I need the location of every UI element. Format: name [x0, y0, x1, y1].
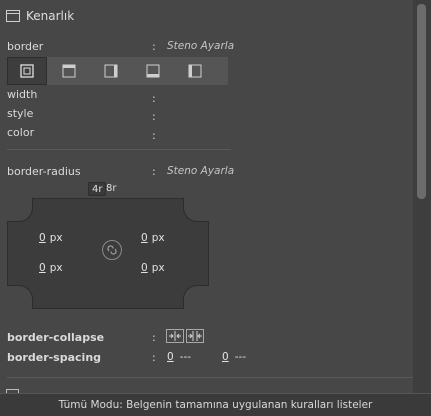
border-bottom-icon	[146, 64, 160, 78]
corner-top-left-handle[interactable]	[7, 198, 33, 222]
spacing-v-value[interactable]: 0	[222, 351, 229, 363]
border-collapse-label: border-collapse	[7, 331, 105, 344]
color-label: color	[7, 126, 35, 139]
style-colon: :	[152, 110, 156, 123]
radius-4r-button[interactable]: 4r	[88, 182, 107, 196]
width-label: width	[7, 88, 38, 101]
radius-bottom-left-field[interactable]: 0 px	[39, 262, 63, 274]
radius-8r-button[interactable]: 8r	[106, 182, 116, 196]
scroll-thumb[interactable]	[417, 4, 426, 199]
border-right-icon	[104, 64, 118, 78]
border-collapse-colon: :	[152, 331, 156, 344]
section-title: Kenarlık	[26, 9, 75, 23]
separate-icon	[188, 331, 202, 341]
border-collapse-options	[166, 329, 204, 343]
border-label: border	[7, 40, 44, 53]
tab-border-top[interactable]	[48, 57, 90, 85]
border-radius-label: border-radius	[7, 165, 81, 178]
border-spacing-label: border-spacing	[7, 351, 102, 364]
border-spacing-horizontal[interactable]: 0 ---	[167, 351, 191, 363]
section-divider	[7, 377, 413, 378]
width-colon: :	[152, 92, 156, 105]
border-side-tabs	[7, 57, 228, 85]
border-spacing-vertical[interactable]: 0 ---	[222, 351, 246, 363]
tab-border-left[interactable]	[174, 57, 216, 85]
color-colon: :	[152, 129, 156, 142]
spacing-h-value[interactable]: 0	[167, 351, 174, 363]
status-text: Tümü Modu: Belgenin tamamına uygulanan k…	[58, 399, 373, 411]
radius-top-left-unit: px	[49, 232, 63, 244]
border-left-icon	[188, 64, 202, 78]
style-label: style	[7, 107, 34, 120]
collapse-button[interactable]	[166, 329, 184, 343]
border-shorthand-value[interactable]: Steno Ayarla	[167, 40, 234, 52]
border-top-icon	[62, 64, 76, 78]
tab-border-right[interactable]	[90, 57, 132, 85]
divider	[7, 149, 231, 150]
radius-top-right-field[interactable]: 0 px	[141, 232, 165, 244]
border-all-icon	[20, 64, 34, 78]
vertical-scrollbar[interactable]	[413, 0, 431, 415]
status-bar: Tümü Modu: Belgenin tamamına uygulanan k…	[0, 393, 431, 416]
border-radius-colon: :	[152, 165, 156, 178]
tab-border-all[interactable]	[7, 57, 47, 85]
collapse-icon	[169, 331, 181, 341]
radius-bottom-right-field[interactable]: 0 px	[141, 262, 165, 274]
tab-border-bottom[interactable]	[132, 57, 174, 85]
radius-top-right-value[interactable]: 0	[141, 232, 148, 244]
border-colon: :	[152, 40, 156, 53]
panel-icon	[6, 10, 20, 22]
border-spacing-colon: :	[152, 351, 156, 364]
corner-bottom-left-handle[interactable]	[7, 285, 33, 309]
corner-bottom-right-handle[interactable]	[183, 285, 209, 309]
spacing-v-unit: ---	[234, 351, 247, 363]
radius-bottom-right-unit: px	[151, 262, 165, 274]
radius-top-right-unit: px	[151, 232, 165, 244]
corner-top-right-handle[interactable]	[183, 198, 209, 222]
radius-bottom-right-value[interactable]: 0	[141, 262, 148, 274]
spacing-h-unit: ---	[179, 351, 192, 363]
radius-top-left-value[interactable]: 0	[39, 232, 46, 244]
properties-panel: Kenarlık border : Steno Ayarla width: s…	[0, 0, 413, 415]
link-icon[interactable]	[102, 240, 122, 260]
radius-top-left-field[interactable]: 0 px	[39, 232, 63, 244]
border-radius-editor: 0 px 0 px 0 px 0 px	[7, 198, 209, 309]
separate-button[interactable]	[186, 329, 204, 343]
radius-bottom-left-unit: px	[49, 262, 63, 274]
radius-bottom-left-value[interactable]: 0	[39, 262, 46, 274]
border-radius-value[interactable]: Steno Ayarla	[167, 165, 234, 177]
section-header[interactable]: Kenarlık	[6, 6, 74, 26]
